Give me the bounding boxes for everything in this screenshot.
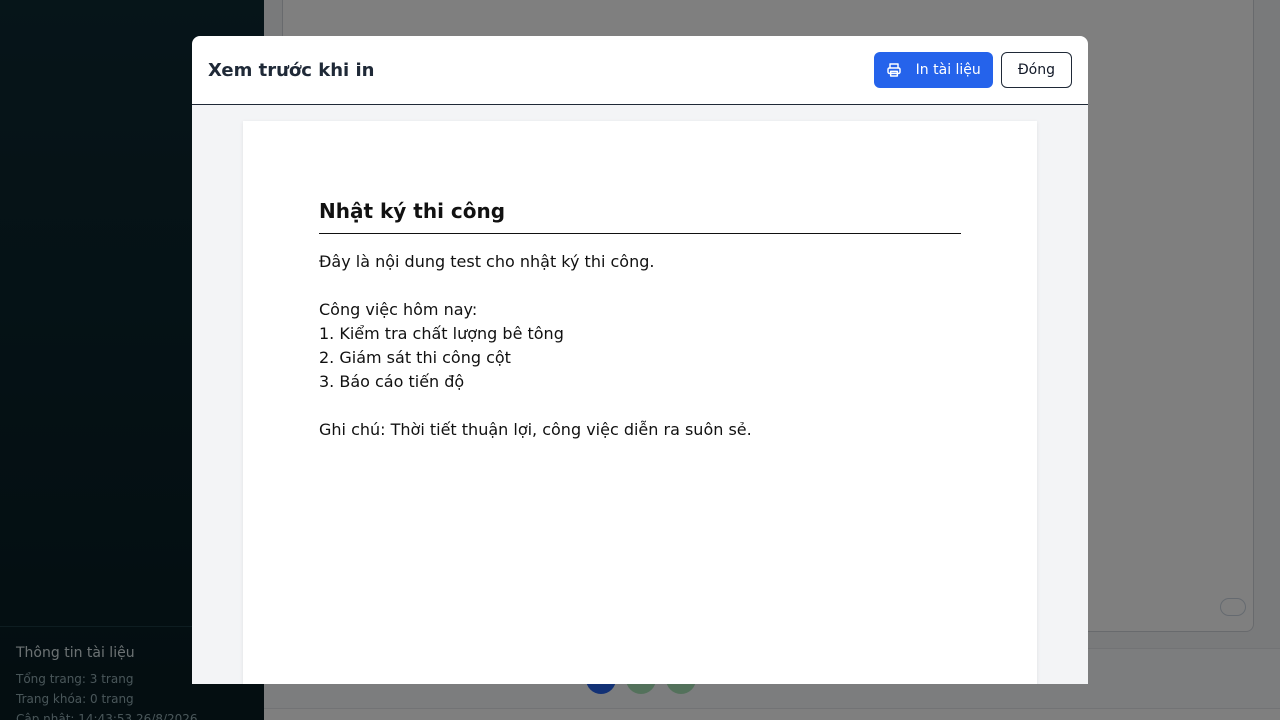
printer-icon bbox=[886, 62, 902, 78]
document-line: Đây là nội dung test cho nhật ký thi côn… bbox=[319, 252, 655, 271]
print-document-button[interactable]: In tài liệu bbox=[873, 52, 993, 88]
modal-header: Xem trước khi in In tài liệu Đóng bbox=[192, 36, 1088, 105]
close-button[interactable]: Đóng bbox=[1000, 52, 1072, 88]
modal-title: Xem trước khi in bbox=[208, 59, 375, 81]
document-content: Đây là nội dung test cho nhật ký thi côn… bbox=[319, 250, 961, 442]
document-line: Ghi chú: Thời tiết thuận lợi, công việc … bbox=[319, 420, 752, 439]
document-page: Nhật ký thi công Đây là nội dung test ch… bbox=[243, 121, 1037, 684]
print-preview-modal: Xem trước khi in In tài liệu Đóng Nhật k… bbox=[192, 36, 1088, 684]
document-line: 2. Giám sát thi công cột bbox=[319, 348, 511, 367]
document-title: Nhật ký thi công bbox=[319, 199, 961, 234]
document-line: 1. Kiểm tra chất lượng bê tông bbox=[319, 324, 564, 343]
document-line: 3. Báo cáo tiến độ bbox=[319, 372, 465, 391]
modal-actions: In tài liệu Đóng bbox=[873, 52, 1072, 88]
document-line: Công việc hôm nay: bbox=[319, 300, 478, 319]
print-button-label: In tài liệu bbox=[915, 62, 981, 78]
preview-area[interactable]: Nhật ký thi công Đây là nội dung test ch… bbox=[192, 105, 1088, 684]
